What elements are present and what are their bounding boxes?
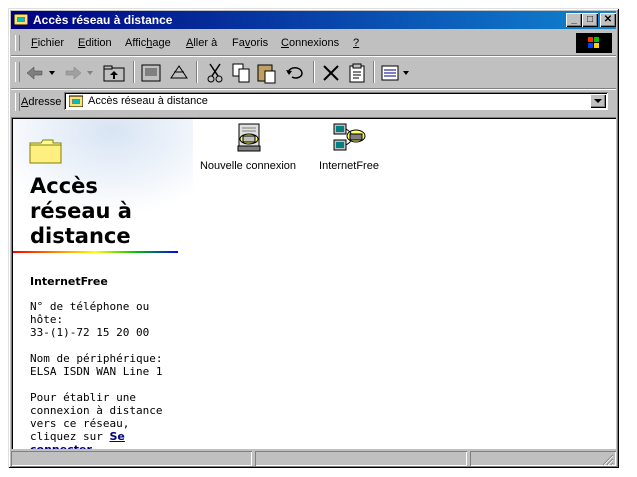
phone-value: 33-(1)-72 15 20 00 [30,326,150,339]
map-drive-button[interactable] [139,62,163,84]
dialup-folder-icon [69,95,83,107]
menu-favoris[interactable]: Favoris [232,37,268,49]
menu-help[interactable]: ? [353,37,359,49]
paste-icon[interactable] [255,62,279,84]
content-pane: Accès réseau à distance InternetFree N° … [11,117,616,449]
rainbow-divider [13,251,178,253]
selected-connection-name: InternetFree [30,275,108,288]
close-button[interactable]: ✕ [600,13,616,27]
phone-label: N° de téléphone ou hôte: [30,300,150,326]
views-button[interactable] [379,62,413,84]
close-icon: ✕ [603,14,613,25]
toolbar-separator [196,61,198,83]
address-grip[interactable] [15,93,20,111]
device-value: ELSA ISDN WAN Line 1 [30,365,163,378]
address-bar: Adresse Accès réseau à distance [11,90,616,114]
cut-icon[interactable] [203,62,227,84]
toolbar [11,57,616,87]
menu-fichier[interactable]: Fichier [31,37,64,49]
properties-icon[interactable] [345,62,369,84]
title-bar[interactable]: Accès réseau à distance _ □ ✕ [11,11,616,29]
menu-affichage[interactable]: Affichage [125,37,171,49]
minimize-button[interactable]: _ [566,13,582,27]
toolbar-separator [133,61,135,83]
toolbar-grip[interactable] [15,62,20,82]
device-label: Nom de périphérique: [30,352,163,365]
new-connection-label: Nouvelle connexion [199,160,296,172]
new-connection-icon [237,123,261,152]
status-bar [11,449,616,467]
chevron-down-icon [594,99,602,103]
address-label: Adresse [21,96,62,108]
menu-bar: Fichier Edition Affichage Aller à Favori… [11,32,616,54]
address-input[interactable]: Accès réseau à distance [64,92,608,110]
windows-logo-icon [576,33,612,53]
menu-connexions[interactable]: Connexions [281,37,339,49]
menu-edition[interactable]: Edition [78,37,112,49]
resize-grip-icon[interactable] [602,454,614,466]
copy-icon[interactable] [229,62,253,84]
dialup-connection-icon [333,123,366,151]
help-text: Pour établir une connexion à distance ve… [30,391,180,449]
explorer-window: Accès réseau à distance _ □ ✕ Fichier Ed… [8,8,619,468]
disconnect-drive-button[interactable] [167,62,191,84]
menu-grip[interactable] [15,35,20,51]
maximize-button[interactable]: □ [582,13,598,27]
web-view-panel: Accès réseau à distance InternetFree N° … [13,119,193,449]
toolbar-separator [373,61,375,83]
internetfree-item[interactable]: InternetFree [309,122,389,172]
toolbar-separator [313,61,315,83]
status-pane-main [11,451,252,466]
internetfree-label: InternetFree [319,160,379,172]
maximize-icon: □ [586,14,594,25]
forward-button[interactable] [61,62,95,84]
address-dropdown-button[interactable] [590,94,606,108]
panel-title: Accès réseau à distance [30,174,132,248]
status-pane-middle [255,451,467,466]
minimize-icon: _ [571,14,577,25]
undo-icon[interactable] [283,62,307,84]
status-pane-zone [470,451,616,466]
back-button[interactable] [23,62,57,84]
menu-aller-a[interactable]: Aller à [186,37,217,49]
up-folder-button[interactable] [101,62,127,84]
address-value: Accès réseau à distance [88,95,208,107]
delete-icon[interactable] [319,62,343,84]
folder-icon [29,139,62,164]
window-title: Accès réseau à distance [33,13,173,27]
dialup-folder-icon [14,13,28,25]
new-connection-item[interactable]: Nouvelle connexion [193,122,303,172]
